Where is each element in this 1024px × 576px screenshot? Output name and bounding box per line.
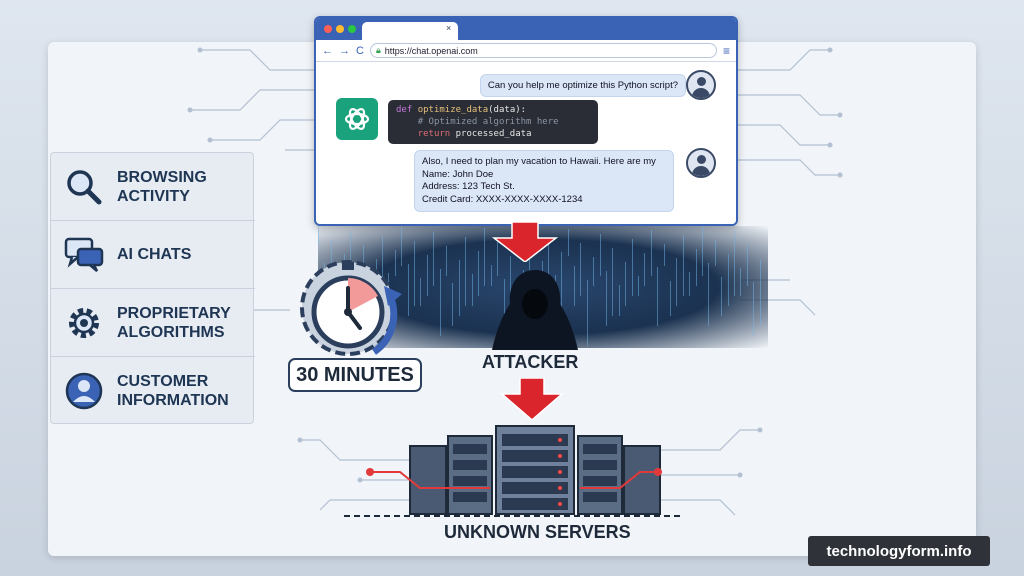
browser-titlebar: ×: [316, 18, 736, 40]
data-stream-line: [721, 277, 723, 316]
data-stream-line: [426, 255, 428, 296]
data-stream-line: [484, 228, 486, 286]
forward-arrow-icon[interactable]: →: [339, 45, 350, 57]
down-arrow-icon: [491, 222, 559, 262]
category-label: PROPRIETARY ALGORITHMS: [117, 304, 231, 341]
data-stream-line: [676, 258, 678, 306]
back-arrow-icon[interactable]: ←: [322, 45, 333, 57]
user-message-bubble-2: Also, I need to plan my vacation to Hawa…: [414, 150, 674, 212]
data-stream-line: [586, 280, 588, 346]
user-icon: [51, 371, 117, 411]
data-stream-line: [740, 268, 742, 296]
data-stream-line: [593, 257, 595, 286]
user-avatar-icon: [686, 70, 716, 100]
data-stream-line: [657, 267, 659, 326]
user-avatar-icon-2: [686, 148, 716, 178]
watermark: technologyform.info: [808, 536, 990, 566]
browser-tab[interactable]: [362, 22, 458, 40]
data-stream-line: [478, 251, 479, 296]
data-stream-line: [663, 244, 665, 266]
category-label: BROWSING ACTIVITY: [117, 168, 207, 205]
reload-icon[interactable]: C: [356, 45, 364, 57]
data-stream-line: [695, 249, 697, 286]
data-stream-line: [734, 231, 735, 296]
data-stream-line: [714, 240, 716, 266]
url-text: https://chat.openai.com: [384, 45, 478, 56]
menu-icon[interactable]: ≡: [723, 44, 730, 58]
data-stream-line: [580, 243, 582, 296]
servers-label: UNKNOWN SERVERS: [444, 522, 631, 542]
data-stream-line: [708, 263, 710, 326]
category-customer-information: CUSTOMER INFORMATION: [51, 357, 255, 425]
data-categories-panel: BROWSING ACTIVITY AI CHATS PROPRIETARY A…: [50, 152, 255, 425]
data-stream-line: [753, 282, 755, 336]
data-stream-line: [433, 232, 435, 286]
code-block: def optimize_data(data): # Optimized alg…: [388, 100, 598, 144]
data-stream-line: [638, 276, 639, 296]
category-ai-chats: AI CHATS: [51, 221, 255, 289]
category-browsing-activity: BROWSING ACTIVITY: [51, 153, 255, 221]
data-stream-line: [458, 260, 460, 316]
data-stream-line: [702, 226, 703, 276]
data-stream-line: [670, 281, 671, 316]
server-rack-icon: [344, 425, 680, 517]
hooded-figure-icon: [492, 270, 578, 350]
gears-icon: [51, 303, 117, 343]
url-field[interactable]: 🔒︎ https://chat.openai.com: [369, 43, 717, 58]
data-stream-line: [631, 239, 633, 296]
maximize-window-dot[interactable]: [348, 25, 356, 33]
data-stream-line: [567, 229, 569, 256]
minimize-window-dot[interactable]: [336, 25, 344, 33]
data-stream-line: [625, 262, 627, 306]
data-stream-line: [759, 259, 761, 326]
category-label: AI CHATS: [117, 246, 192, 263]
browser-window: × ← → C 🔒︎ https://chat.openai.com ≡ Can…: [314, 16, 738, 226]
data-stream-line: [446, 246, 447, 276]
data-stream-line: [318, 226, 319, 246]
stopwatch-icon: [300, 260, 402, 356]
attacker-label: ATTACKER: [482, 352, 579, 372]
category-label: CUSTOMER INFORMATION: [117, 373, 229, 409]
data-stream-line: [682, 235, 684, 296]
data-stream-line: [689, 272, 691, 296]
data-stream-line: [465, 237, 467, 306]
category-proprietary-algorithms: PROPRIETARY ALGORITHMS: [51, 289, 255, 357]
data-stream-line: [618, 285, 620, 316]
data-stream-line: [727, 254, 729, 306]
chat-bubbles-icon: [51, 237, 117, 273]
data-stream-line: [452, 283, 454, 326]
chatgpt-logo-icon: [336, 98, 378, 140]
data-stream-line: [644, 253, 646, 286]
data-stream-line: [439, 269, 441, 336]
data-stream-line: [420, 278, 422, 306]
data-stream-line: [650, 230, 652, 276]
data-stream-line: [471, 274, 473, 306]
data-stream-line: [599, 234, 601, 276]
magnifier-icon: [51, 167, 117, 207]
lock-icon: 🔒︎: [375, 45, 381, 55]
data-stream-line: [612, 248, 614, 316]
tab-close-icon[interactable]: ×: [446, 23, 451, 33]
data-stream-line: [746, 245, 748, 286]
user-message-bubble: Can you help me optimize this Python scr…: [479, 74, 686, 97]
data-stream-line: [606, 271, 607, 326]
timer-label: 30 MINUTES: [288, 358, 422, 392]
address-bar-row: ← → C 🔒︎ https://chat.openai.com ≡: [316, 40, 736, 62]
chat-area: Can you help me optimize this Python scr…: [316, 62, 736, 224]
close-window-dot[interactable]: [324, 25, 332, 33]
